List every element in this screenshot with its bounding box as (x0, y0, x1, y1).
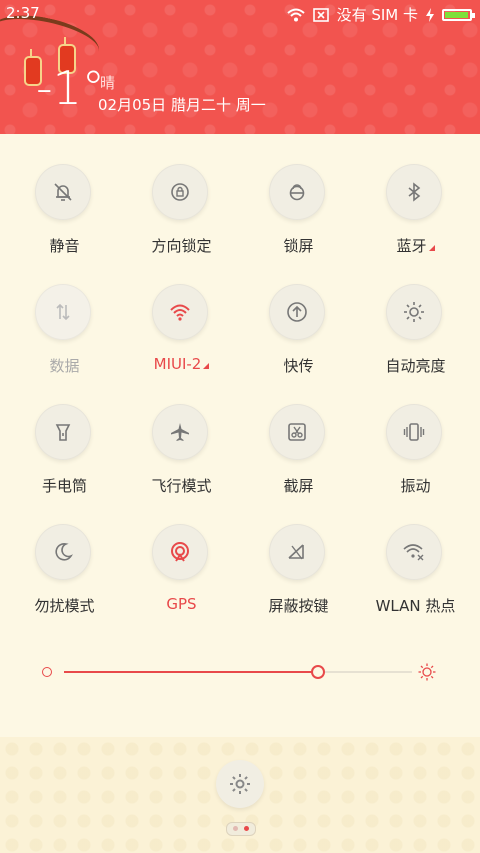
toggle-label: 静音 (49, 237, 80, 255)
toggle-gps[interactable]: GPS (123, 520, 240, 640)
toggle-button[interactable] (386, 284, 442, 340)
airplane-icon (171, 423, 189, 441)
submenu-indicator-icon (428, 245, 435, 251)
brightness-high-icon (418, 663, 436, 681)
status-bar: 2:37 没有 SIM 卡 (0, 0, 480, 28)
toggle-button[interactable] (152, 284, 208, 340)
toggle-button[interactable] (386, 524, 442, 580)
toggle-label: 手电筒 (41, 477, 87, 495)
toggle-airplane[interactable]: 飞行模式 (123, 400, 240, 520)
battery-icon (442, 8, 475, 21)
toggle-label: 勿扰模式 (34, 597, 95, 615)
brightness-thumb[interactable] (311, 665, 326, 679)
toggle-button[interactable] (386, 164, 442, 220)
toggle-label: 振动 (400, 477, 431, 495)
status-time: 2:37 (6, 4, 40, 22)
no-sim-icon (312, 7, 329, 22)
toggle-label: 飞行模式 (151, 477, 212, 495)
charging-icon (426, 7, 434, 22)
toggle-moon[interactable]: 勿扰模式 (6, 520, 123, 640)
lock-icon (289, 184, 305, 201)
toggle-label: 方向锁定 (151, 237, 212, 255)
date-text: 02月05日 腊月二十 周一 (98, 96, 266, 114)
toggle-data[interactable]: 数据 (6, 280, 123, 400)
toggle-upload[interactable]: 快传 (240, 280, 357, 400)
toggle-label: 自动亮度 (385, 357, 446, 375)
flashlight-icon (55, 424, 71, 441)
screenshot-icon (288, 423, 306, 441)
toggle-screenshot[interactable]: 截屏 (240, 400, 357, 520)
page-dot (233, 826, 238, 831)
toggle-label: 数据 (49, 357, 80, 375)
toggle-rotation-lock[interactable]: 方向锁定 (123, 160, 240, 280)
bell-mute-icon (54, 183, 72, 201)
toggle-button[interactable] (152, 164, 208, 220)
page-dot-active (244, 826, 249, 831)
toggle-block-keys[interactable]: 屏蔽按键 (240, 520, 357, 640)
toggle-label: 快传 (283, 357, 314, 375)
brightness-fill (64, 671, 319, 673)
toggle-button[interactable] (35, 404, 91, 460)
gps-icon (171, 542, 189, 562)
moon-icon (55, 543, 73, 561)
bluetooth-icon (408, 182, 421, 202)
toggle-label: 截屏 (283, 477, 314, 495)
toggle-button[interactable] (269, 164, 325, 220)
data-icon (56, 303, 70, 321)
temperature[interactable]: -1° (36, 64, 105, 112)
weather-header: 2:37 没有 SIM 卡 -1° 晴 02月05日 腊月二十 周一 (0, 0, 480, 134)
toggle-auto-brightness[interactable]: 自动亮度 (357, 280, 474, 400)
block-keys-icon (288, 544, 304, 560)
settings-button[interactable] (216, 760, 264, 808)
toggle-label: 屏蔽按键 (268, 597, 329, 615)
wifi-icon (170, 304, 190, 321)
toggle-label: MIUI-2 (123, 355, 240, 373)
toggle-bell-mute[interactable]: 静音 (6, 160, 123, 280)
brightness-track[interactable] (64, 671, 412, 673)
toggle-button[interactable] (269, 524, 325, 580)
toggle-label: WLAN 热点 (375, 597, 456, 615)
weather-condition: 晴 (100, 74, 116, 92)
toggle-label: 锁屏 (283, 237, 314, 255)
toggle-button[interactable] (35, 284, 91, 340)
auto-brightness-icon (404, 302, 424, 322)
toggle-label: 蓝牙 (357, 235, 474, 256)
toggle-lock[interactable]: 锁屏 (240, 160, 357, 280)
toggle-label: GPS (166, 595, 197, 613)
page-indicator[interactable] (226, 822, 256, 836)
brightness-slider[interactable] (42, 662, 442, 682)
wifi-icon (286, 8, 305, 21)
toggle-button[interactable] (386, 404, 442, 460)
toggle-button[interactable] (152, 404, 208, 460)
gear-icon (230, 774, 250, 794)
toggle-bluetooth[interactable]: 蓝牙 (357, 160, 474, 280)
toggle-wifi[interactable]: MIUI-2 (123, 280, 240, 400)
brightness-low-icon (42, 667, 52, 677)
toggle-button[interactable] (35, 164, 91, 220)
toggle-hotspot[interactable]: WLAN 热点 (357, 520, 474, 640)
vibrate-icon (403, 423, 425, 441)
upload-icon (287, 302, 307, 322)
toggle-vibrate[interactable]: 振动 (357, 400, 474, 520)
toggle-flashlight[interactable]: 手电筒 (6, 400, 123, 520)
carrier-text: 没有 SIM 卡 (336, 6, 418, 24)
toggle-button[interactable] (269, 404, 325, 460)
toggle-button[interactable] (269, 284, 325, 340)
toggle-button[interactable] (35, 524, 91, 580)
submenu-indicator-icon (203, 363, 210, 369)
rotation-lock-icon (171, 183, 189, 201)
hotspot-icon (403, 544, 424, 561)
toggle-button[interactable] (152, 524, 208, 580)
